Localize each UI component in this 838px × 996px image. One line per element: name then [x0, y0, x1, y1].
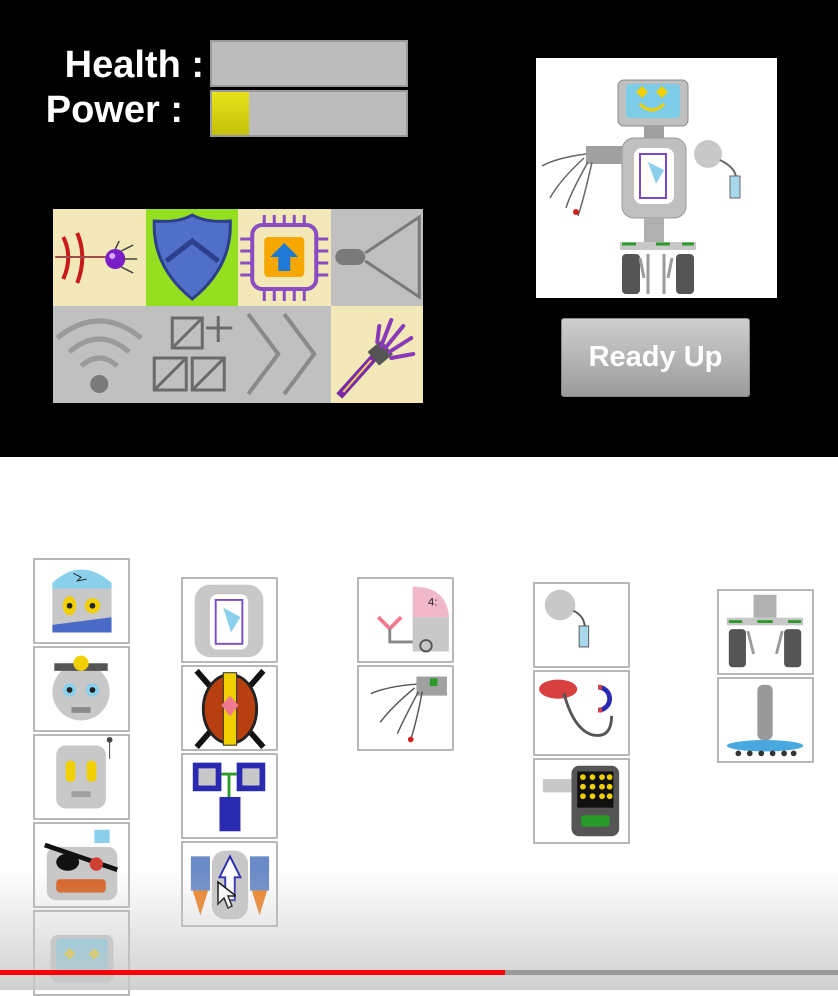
power-label: Power : [45, 89, 183, 131]
part-head-pirate[interactable] [33, 822, 130, 908]
part-body-gem[interactable] [181, 665, 278, 751]
cracked-head-icon [52, 569, 112, 633]
wires-arm-icon [370, 676, 447, 743]
video-progress-bar[interactable] [0, 970, 838, 975]
mouse-cursor-icon [217, 880, 236, 910]
part-head-visor[interactable] [33, 910, 130, 996]
part-head-miner[interactable] [33, 646, 130, 732]
part-arm-wires[interactable] [357, 665, 454, 751]
gem-body-icon [194, 668, 266, 749]
pirate-head-icon [44, 829, 119, 901]
add-block-icon [152, 316, 232, 392]
megaphone-icon [334, 214, 421, 300]
hud-panel: Health : Power : Ready Up [0, 0, 838, 457]
svg-text:4:: 4: [428, 597, 438, 609]
ball-arm-icon [544, 589, 590, 648]
chevrons-icon [246, 312, 317, 396]
ability-speed[interactable] [238, 306, 331, 403]
part-arm-claw[interactable]: 4: [357, 577, 454, 663]
part-legs-treads[interactable] [717, 589, 814, 675]
ready-up-button[interactable]: Ready Up [561, 318, 750, 397]
part-head-box[interactable] [33, 734, 130, 820]
part-arm-magnet[interactable] [533, 670, 630, 756]
bug-laser-icon [55, 232, 138, 284]
ability-grid [53, 209, 423, 403]
part-head-cracked[interactable] [33, 558, 130, 644]
claw-arm-icon: 4: [376, 586, 449, 653]
part-arm-ball[interactable] [533, 582, 630, 668]
ability-laser-bug[interactable] [53, 209, 146, 306]
ability-add-block[interactable] [145, 306, 238, 403]
video-progress-played [0, 970, 506, 975]
treads-legs-icon [726, 594, 804, 668]
part-body-circuit[interactable] [181, 577, 278, 663]
visor-head-icon [50, 934, 114, 983]
health-bar [210, 40, 408, 87]
box-head-icon [56, 736, 113, 809]
part-legs-hover[interactable] [717, 677, 814, 763]
circuit-body-icon [194, 584, 264, 658]
blocks-body-icon [192, 762, 266, 832]
robot-arm-icon [335, 318, 415, 399]
ability-robot-arm[interactable] [330, 306, 423, 403]
miner-head-icon [52, 655, 110, 721]
ability-megaphone[interactable] [330, 209, 423, 306]
ability-chip-upgrade[interactable] [238, 209, 331, 306]
keypad-arm-icon [542, 765, 620, 837]
shield-icon [152, 213, 232, 301]
health-label: Health : [64, 44, 204, 86]
power-bar-fill [212, 92, 249, 135]
power-bar [210, 90, 408, 137]
part-body-blocks[interactable] [181, 753, 278, 839]
magnet-arm-icon [539, 679, 613, 737]
ability-shield[interactable] [145, 209, 238, 306]
hover-legs-icon [726, 684, 804, 757]
part-arm-keypad[interactable] [533, 758, 630, 844]
wifi-icon [55, 318, 143, 393]
ability-wifi[interactable] [53, 306, 146, 403]
chip-upgrade-icon [240, 215, 329, 301]
robot-preview-icon [541, 79, 741, 294]
robot-preview [536, 58, 777, 298]
